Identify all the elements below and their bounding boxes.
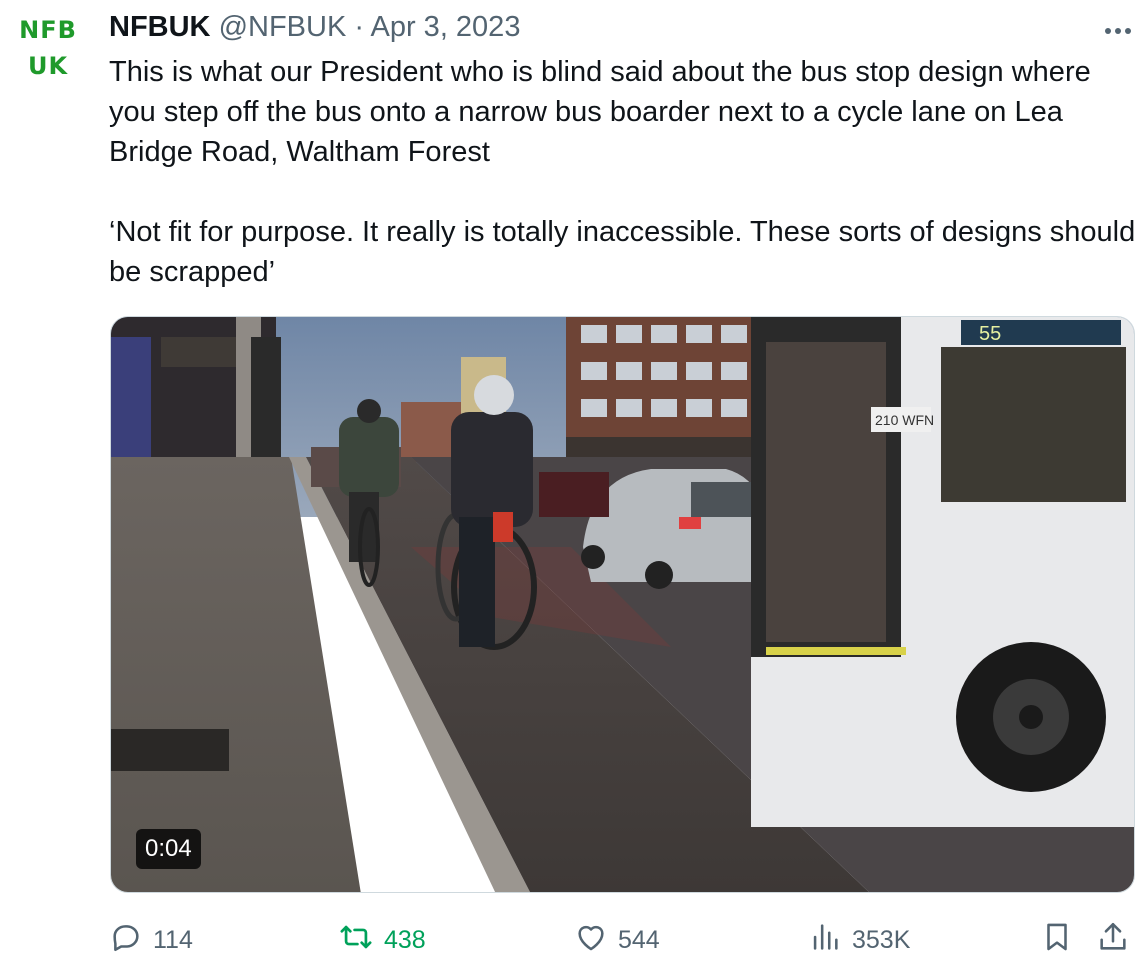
tweet-header: NFBUK @NFBUK · Apr 3, 2023 bbox=[109, 8, 520, 46]
reply-icon bbox=[109, 920, 153, 961]
avatar-line-1: NFB bbox=[19, 16, 77, 44]
share-icon bbox=[1096, 920, 1140, 961]
header-separator: · bbox=[354, 11, 365, 43]
reply-count: 114 bbox=[153, 925, 193, 954]
bookmark-button[interactable] bbox=[1040, 918, 1084, 962]
bookmark-icon bbox=[1040, 920, 1084, 961]
tweet-paragraph-2: ‘Not fit for purpose. It really is total… bbox=[109, 216, 1136, 288]
retweet-button[interactable]: 438 bbox=[338, 918, 426, 962]
views-icon bbox=[808, 920, 852, 961]
tweet-date[interactable]: Apr 3, 2023 bbox=[371, 11, 521, 43]
retweet-icon bbox=[338, 920, 384, 961]
avatar-line-2: UK bbox=[27, 52, 69, 80]
views-button[interactable]: 353K bbox=[808, 918, 910, 962]
action-bar: 114 438 544 353K bbox=[0, 910, 1146, 970]
views-count: 353K bbox=[852, 925, 911, 954]
avatar[interactable]: NFB UK bbox=[8, 8, 88, 88]
tweet-paragraph-1: This is what our President who is blind … bbox=[109, 56, 1091, 168]
like-count: 544 bbox=[618, 925, 660, 954]
heart-icon bbox=[574, 920, 618, 961]
retweet-count: 438 bbox=[384, 925, 426, 954]
video-player[interactable]: 55 210 WFN 0:04 bbox=[110, 316, 1135, 893]
video-thumbnail: 55 210 WFN bbox=[111, 317, 1134, 892]
shop-sign: 210 WFN bbox=[875, 412, 934, 428]
more-dots-icon[interactable] bbox=[1098, 10, 1138, 44]
like-button[interactable]: 544 bbox=[574, 918, 660, 962]
share-button[interactable] bbox=[1096, 918, 1140, 962]
reply-button[interactable]: 114 bbox=[109, 918, 193, 962]
video-duration: 0:04 bbox=[136, 829, 201, 869]
tweet-text: This is what our President who is blind … bbox=[109, 52, 1139, 292]
bus-route-sign: 55 bbox=[979, 323, 1001, 345]
author-handle[interactable]: @NFBUK bbox=[219, 11, 347, 43]
author-name[interactable]: NFBUK bbox=[109, 11, 211, 43]
